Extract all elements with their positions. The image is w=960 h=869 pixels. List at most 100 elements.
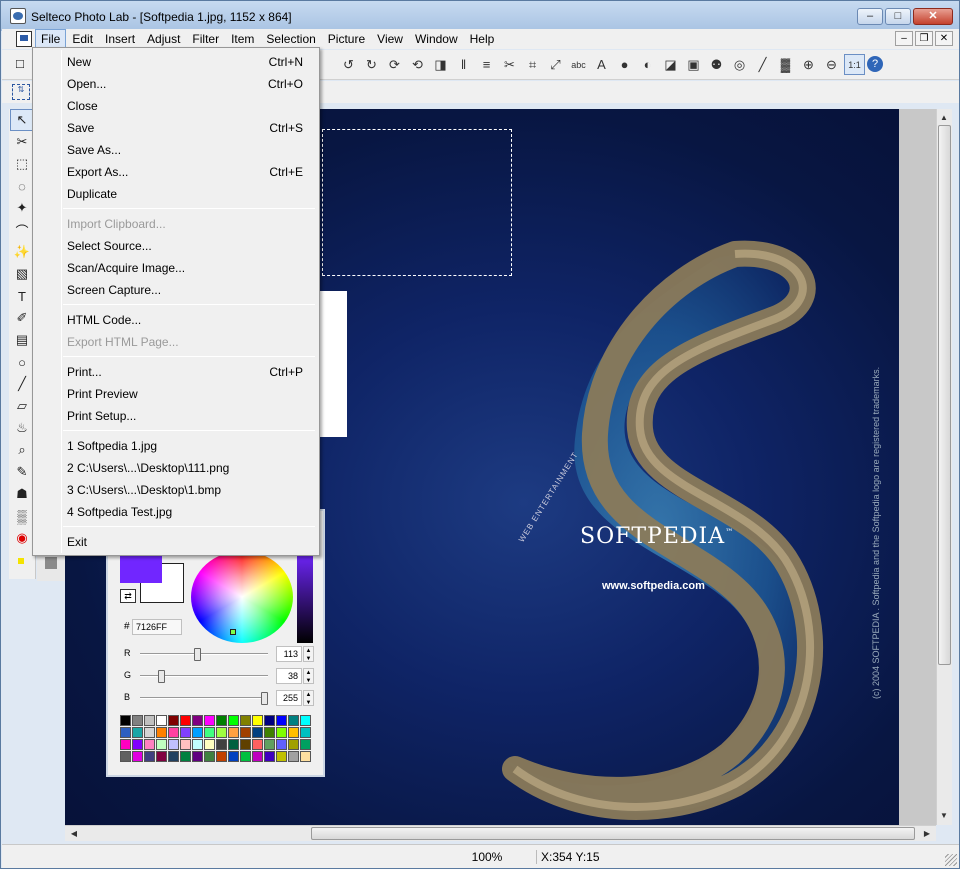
cut-icon[interactable]: ✂	[499, 54, 520, 75]
rotate-icon[interactable]: ⟳	[384, 54, 405, 75]
color-swatch[interactable]	[288, 739, 299, 750]
color-swatch[interactable]	[156, 727, 167, 738]
color-swatch[interactable]	[144, 751, 155, 762]
vertical-scrollbar[interactable]: ▲ ▼	[936, 109, 952, 825]
color-swatch[interactable]	[168, 715, 179, 726]
slider-value-input[interactable]: 255	[276, 690, 302, 706]
color-swatch[interactable]	[300, 715, 311, 726]
freeform-lasso-icon[interactable]: ⌒	[10, 219, 34, 241]
new-file-icon[interactable]: □	[16, 56, 24, 71]
color-swatch[interactable]	[192, 739, 203, 750]
slider-thumb[interactable]	[261, 692, 268, 705]
doc-restore-button[interactable]: ❐	[915, 31, 933, 46]
color-swatch[interactable]	[228, 751, 239, 762]
color-swatch[interactable]	[240, 715, 251, 726]
color-swatch[interactable]	[132, 739, 143, 750]
color-swatch[interactable]	[120, 727, 131, 738]
menu-item-screen-capture[interactable]: Screen Capture...	[35, 279, 317, 301]
circle-icon[interactable]: ●	[614, 54, 635, 75]
minimize-button[interactable]: –	[857, 8, 883, 25]
zoom-out-icon[interactable]: ⊖	[821, 54, 842, 75]
spin-button[interactable]: ▲ ▼	[303, 668, 314, 684]
menu-item-exit[interactable]: Exit	[35, 531, 317, 553]
contrast-icon[interactable]: ◐	[637, 54, 658, 75]
color-swatch[interactable]	[300, 751, 311, 762]
menu-item-new[interactable]: New Ctrl+N	[35, 51, 317, 73]
flip-icon[interactable]: ◨	[430, 54, 451, 75]
color-swatch[interactable]	[288, 715, 299, 726]
stamp-icon[interactable]: ☗	[10, 483, 34, 505]
magnify-icon[interactable]: ⌕	[10, 439, 34, 461]
rgb-icon[interactable]: ⚉	[706, 54, 727, 75]
app-icon[interactable]	[10, 8, 26, 24]
lasso-icon[interactable]: ✦	[10, 197, 34, 219]
menu-item-scan-acquire-image[interactable]: Scan/Acquire Image...	[35, 257, 317, 279]
help-icon[interactable]: ?	[867, 56, 883, 72]
color-swatch[interactable]	[156, 751, 167, 762]
color-swatch[interactable]	[192, 715, 203, 726]
color-swatch[interactable]	[156, 715, 167, 726]
menu-item[interactable]: Item	[225, 29, 260, 49]
rotate-right-icon[interactable]: ↻	[361, 54, 382, 75]
horizontal-scroll-thumb[interactable]	[311, 827, 915, 840]
magic-wand-icon[interactable]: ✨	[10, 241, 34, 263]
select-all-icon[interactable]: ⇅	[12, 84, 30, 100]
menu-item-save[interactable]: Save Ctrl+S	[35, 117, 317, 139]
color-wheel-icon[interactable]: ◎	[729, 54, 750, 75]
menu-item-open[interactable]: Open... Ctrl+O	[35, 73, 317, 95]
color-swatch[interactable]	[156, 739, 167, 750]
ruler-icon[interactable]: ▒	[10, 505, 34, 527]
color-swatch[interactable]	[120, 715, 131, 726]
selection-marquee[interactable]	[322, 129, 512, 276]
color-swatch[interactable]	[180, 715, 191, 726]
image-icon[interactable]: ▣	[683, 54, 704, 75]
scroll-right-icon[interactable]: ▶	[920, 827, 934, 841]
color-swatch[interactable]	[288, 727, 299, 738]
menu-item-4-softpedia-test-jpg[interactable]: 4 Softpedia Test.jpg	[35, 501, 317, 523]
color-swatch[interactable]	[180, 751, 191, 762]
menu-item-print-setup[interactable]: Print Setup...	[35, 405, 317, 427]
color-swatch[interactable]	[240, 751, 251, 762]
color-swatch[interactable]	[264, 739, 275, 750]
color-swatch[interactable]	[216, 751, 227, 762]
color-swatch[interactable]	[264, 751, 275, 762]
rotate-ccw-icon[interactable]: ⟲	[407, 54, 428, 75]
color-swatch[interactable]	[228, 727, 239, 738]
title-bar[interactable]: Selteco Photo Lab - [Softpedia 1.jpg, 11…	[1, 1, 959, 31]
color-swatch[interactable]	[276, 715, 287, 726]
color-swatch[interactable]	[120, 739, 131, 750]
resize-grip[interactable]	[945, 854, 957, 866]
slider-track[interactable]	[140, 648, 268, 661]
menu-item-close[interactable]: Close	[35, 95, 317, 117]
brush-icon[interactable]: ✎	[10, 461, 34, 483]
spectrum-icon[interactable]: ▓	[775, 54, 796, 75]
document-icon[interactable]	[16, 31, 32, 47]
eyedropper-icon[interactable]: ✐	[10, 307, 34, 329]
color-swatch[interactable]	[228, 715, 239, 726]
resize-icon[interactable]: ⤢	[545, 54, 566, 75]
arrow-icon[interactable]: ↖	[10, 109, 34, 131]
scroll-down-icon[interactable]: ▼	[937, 809, 951, 823]
menu-item-html-code[interactable]: HTML Code...	[35, 309, 317, 331]
menu-item-3-c-users-desktop-1-bmp[interactable]: 3 C:\Users\...\Desktop\1.bmp	[35, 479, 317, 501]
rect-select-icon[interactable]: ⬚	[10, 153, 34, 175]
menu-file[interactable]: File	[35, 29, 67, 49]
color-swatch[interactable]	[132, 727, 143, 738]
close-button[interactable]: ✕	[913, 8, 953, 25]
color-swatch[interactable]	[216, 715, 227, 726]
text-abc-icon[interactable]: abc	[568, 54, 589, 75]
slider-track[interactable]	[140, 692, 268, 705]
horizontal-scrollbar[interactable]: ◀ ▶	[65, 825, 936, 841]
scroll-left-icon[interactable]: ◀	[67, 827, 81, 841]
color-wheel[interactable]	[191, 551, 293, 643]
maximize-button[interactable]: □	[885, 8, 911, 25]
vertical-scroll-thumb[interactable]	[938, 125, 951, 665]
slider-value-input[interactable]: 113	[276, 646, 302, 662]
luminance-bar[interactable]	[297, 551, 313, 643]
background-swatch[interactable]	[45, 557, 57, 569]
color-swatch[interactable]	[144, 739, 155, 750]
slider-value-input[interactable]: 38	[276, 668, 302, 684]
scissors-icon[interactable]: ✂	[10, 131, 34, 153]
color-swatch[interactable]	[228, 739, 239, 750]
menu-filter[interactable]: Filter	[186, 29, 225, 49]
